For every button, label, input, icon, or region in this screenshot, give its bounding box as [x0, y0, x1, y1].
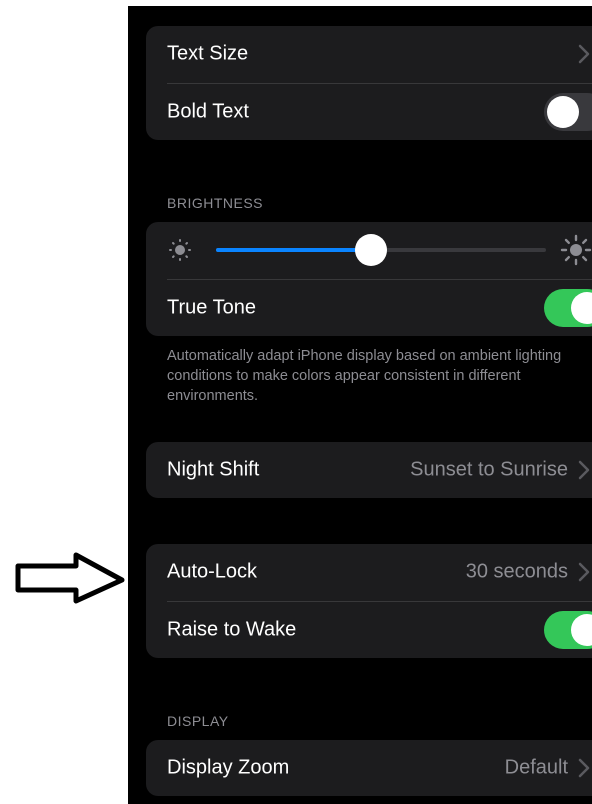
night-shift-row[interactable]: Night Shift Sunset to Sunrise: [146, 442, 592, 498]
chevron-right-icon: [578, 562, 590, 582]
display-zoom-row[interactable]: Display Zoom Default: [146, 740, 592, 796]
true-tone-row: True Tone: [146, 280, 592, 336]
text-size-label: Text Size: [167, 42, 249, 65]
brightness-slider[interactable]: [216, 234, 546, 266]
auto-lock-row[interactable]: Auto-Lock 30 seconds: [146, 544, 592, 600]
display-zoom-value: Default: [504, 756, 568, 779]
true-tone-toggle[interactable]: [544, 289, 592, 327]
toggle-knob: [571, 292, 592, 324]
brightness-header: BRIGHTNESS: [167, 195, 264, 211]
night-shift-label: Night Shift: [167, 458, 260, 481]
auto-lock-label: Auto-Lock: [167, 560, 258, 583]
raise-to-wake-toggle[interactable]: [544, 611, 592, 649]
brightness-slider-row: [146, 222, 592, 278]
chevron-right-icon: [578, 460, 590, 480]
display-zoom-group: Display Zoom Default: [146, 740, 592, 796]
chevron-right-icon: [578, 758, 590, 778]
text-size-row[interactable]: Text Size: [146, 26, 592, 82]
brightness-slider-fill: [216, 248, 372, 252]
raise-to-wake-label: Raise to Wake: [167, 618, 297, 641]
bold-text-toggle[interactable]: [544, 93, 592, 131]
toggle-knob: [571, 614, 592, 646]
brightness-slider-thumb[interactable]: [355, 234, 388, 266]
pointer-arrow-icon: [14, 552, 126, 608]
night-shift-value: Sunset to Sunrise: [410, 458, 568, 481]
display-zoom-label: Display Zoom: [167, 756, 290, 779]
display-header: DISPLAY: [167, 713, 229, 729]
raise-to-wake-row: Raise to Wake: [146, 602, 592, 658]
text-settings-group: Text Size Bold Text: [146, 26, 592, 140]
auto-lock-value: 30 seconds: [465, 560, 568, 583]
true-tone-label: True Tone: [167, 296, 256, 319]
true-tone-description: Automatically adapt iPhone display based…: [167, 348, 562, 404]
sun-low-icon: [169, 239, 191, 261]
night-shift-group: Night Shift Sunset to Sunrise: [146, 442, 592, 498]
brightness-group: True Tone: [146, 222, 592, 336]
toggle-knob: [547, 96, 579, 128]
chevron-right-icon: [578, 44, 590, 64]
sun-high-icon: [560, 234, 592, 266]
bold-text-label: Bold Text: [167, 100, 249, 123]
lock-group: Auto-Lock 30 seconds Raise to Wake: [146, 544, 592, 658]
settings-screen: Text Size Bold Text BRIGHTNESS True Tone…: [128, 6, 592, 804]
bold-text-row: Bold Text: [146, 84, 592, 140]
